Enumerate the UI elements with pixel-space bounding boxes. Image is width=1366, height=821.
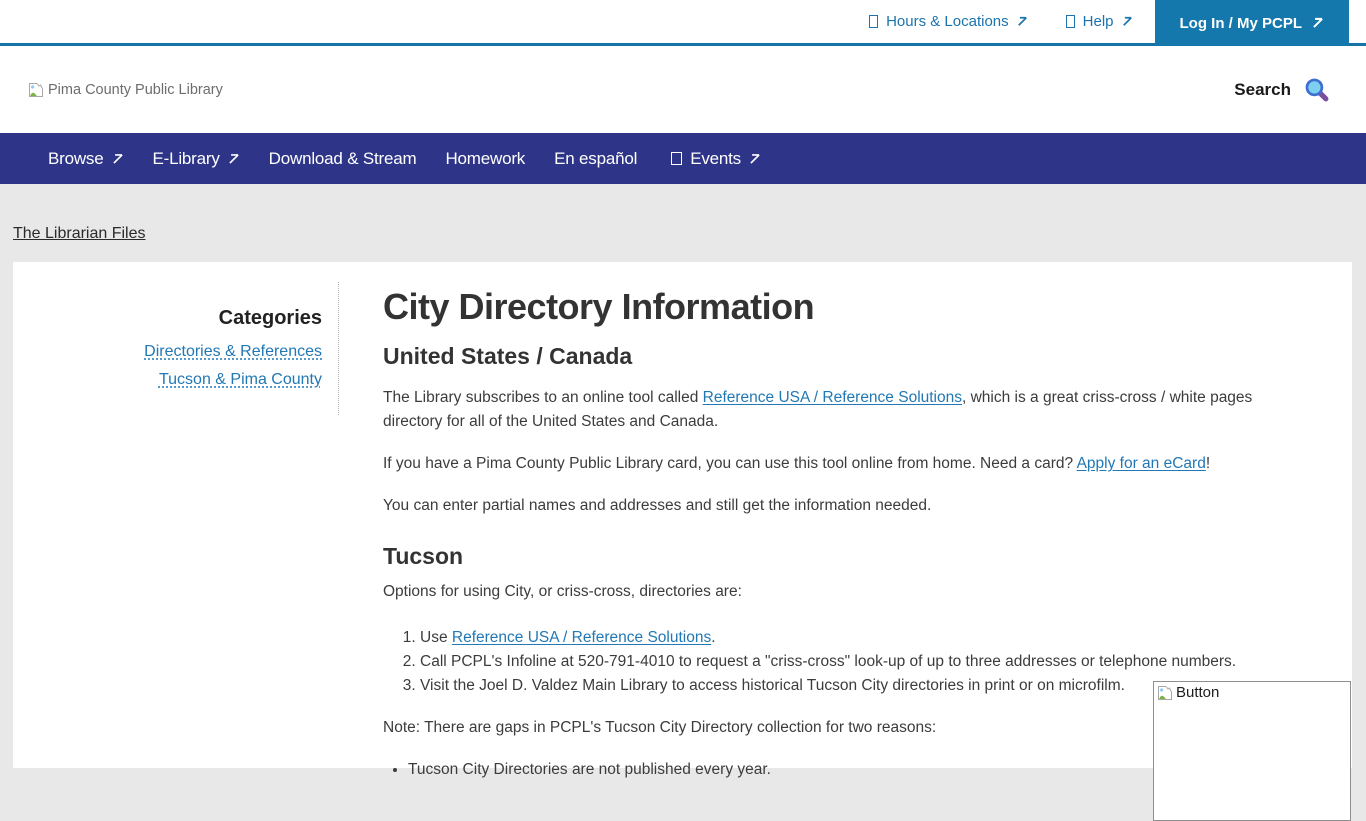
breadcrumb: The Librarian Files [13,225,1366,243]
list-item: Use Reference USA / Reference Solutions. [420,626,1295,650]
logo-alt-text: Pima County Public Library [48,82,223,98]
nav-label: Events [690,149,741,169]
external-link-icon [112,153,124,165]
external-link-icon [749,153,761,165]
top-utility-bar: Hours & Locations Help Log In / My PCPL [0,0,1366,46]
categories-sidebar: Categories Directories & References Tucs… [13,282,339,415]
site-logo[interactable]: Pima County Public Library [27,81,223,99]
help-link[interactable]: Help [1066,0,1133,43]
nav-item-browse[interactable]: Browse [48,149,124,169]
broken-image-icon [1156,684,1174,702]
nav-label: Browse [48,149,104,169]
button-alt-text: Button [1176,684,1219,701]
nav-item-events[interactable]: Events [671,149,761,169]
nav-item-en-espanol[interactable]: En español [554,149,637,169]
nav-label: Download & Stream [269,149,417,169]
section-heading-tucson: Tucson [383,544,1295,568]
nav-item-homework[interactable]: Homework [445,149,525,169]
nav-label: Homework [445,149,525,169]
help-label: Help [1083,13,1114,30]
section-heading-us-canada: United States / Canada [383,344,1295,368]
search-button[interactable]: Search [1234,76,1330,103]
external-link-icon [1122,16,1133,27]
hours-locations-link[interactable]: Hours & Locations [869,0,1028,43]
search-label: Search [1234,80,1291,100]
external-link-icon [1017,16,1028,27]
search-icon [1303,76,1330,103]
location-placeholder-icon [869,15,878,28]
categories-title: Categories [13,307,322,330]
external-link-icon [1312,17,1324,29]
main-nav: Browse E-Library Download & Stream Homew… [0,133,1366,184]
nav-item-download-stream[interactable]: Download & Stream [269,149,417,169]
sidebar-link-tucson-pima-county[interactable]: Tucson & Pima County [13,366,322,394]
calendar-placeholder-icon [671,152,682,165]
page-title: City Directory Information [383,287,1295,327]
list-item: Call PCPL's Infoline at 520-791-4010 to … [420,650,1295,674]
button-broken-image[interactable]: Button [1153,681,1351,821]
nav-item-e-library[interactable]: E-Library [153,149,240,169]
paragraph-options-intro: Options for using City, or criss-cross, … [383,580,1295,604]
inline-link[interactable]: Reference USA / Reference Solutions [703,389,962,406]
paragraph-library-card: If you have a Pima County Public Library… [383,452,1295,476]
login-button[interactable]: Log In / My PCPL [1155,0,1350,46]
breadcrumb-link-librarian-files[interactable]: The Librarian Files [13,225,146,242]
paragraph-subscribes: The Library subscribes to an online tool… [383,386,1295,434]
nav-label: E-Library [153,149,220,169]
login-label: Log In / My PCPL [1180,15,1303,32]
content-card: Categories Directories & References Tucs… [13,262,1352,768]
nav-label: En español [554,149,637,169]
sidebar-link-directories-references[interactable]: Directories & References [13,338,322,366]
help-placeholder-icon [1066,15,1075,28]
site-header: Pima County Public Library Search [0,46,1366,133]
broken-image-icon [27,81,45,99]
inline-link[interactable]: Reference USA / Reference Solutions [452,629,711,646]
external-link-icon [228,153,240,165]
hours-locations-label: Hours & Locations [886,13,1009,30]
inline-link[interactable]: Apply for an eCard [1077,455,1206,472]
paragraph-partial-names: You can enter partial names and addresse… [383,494,1295,518]
